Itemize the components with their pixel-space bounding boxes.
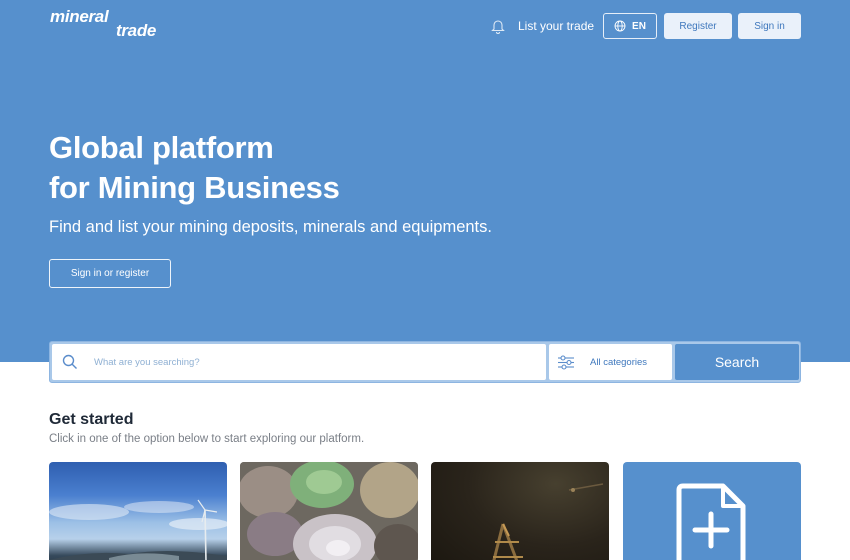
bell-icon[interactable] — [491, 18, 505, 34]
language-label: EN — [632, 20, 646, 32]
wind-turbine-landscape-image — [49, 499, 227, 560]
add-document-icon — [676, 483, 746, 560]
sign-in-button[interactable]: Sign in — [738, 13, 801, 39]
register-button[interactable]: Register — [664, 13, 732, 39]
language-selector[interactable]: EN — [603, 13, 657, 39]
hero-title: Global platform for Mining Business — [49, 128, 340, 208]
filter-icon — [558, 355, 574, 370]
category-selector[interactable]: All categories — [549, 344, 672, 380]
logo[interactable]: mineral trade — [50, 8, 157, 40]
deposits-card[interactable] — [49, 462, 227, 560]
search-input[interactable] — [94, 344, 534, 380]
hero-title-line2: for Mining Business — [49, 170, 340, 205]
search-icon — [62, 354, 77, 369]
mineral-rocks-image — [240, 462, 418, 560]
list-your-trade-link[interactable]: List your trade — [518, 18, 594, 34]
sign-in-or-register-button[interactable]: Sign in or register — [49, 259, 171, 288]
get-started-subtitle: Click in one of the option below to star… — [49, 433, 365, 445]
globe-icon — [614, 20, 626, 32]
minerals-card[interactable] — [240, 462, 418, 560]
equipments-card[interactable] — [431, 462, 609, 560]
search-bar: All categories Search — [49, 341, 801, 383]
hero-title-line1: Global platform — [49, 130, 274, 165]
search-field[interactable] — [52, 344, 546, 380]
hero-subtitle: Find and list your mining deposits, mine… — [49, 218, 492, 236]
get-started-title: Get started — [49, 411, 134, 428]
list-trade-card[interactable] — [623, 462, 801, 560]
search-button[interactable]: Search — [675, 344, 799, 380]
category-label: All categories — [590, 357, 648, 368]
mining-excavator-image — [492, 483, 604, 560]
logo-line2: trade — [116, 21, 157, 40]
